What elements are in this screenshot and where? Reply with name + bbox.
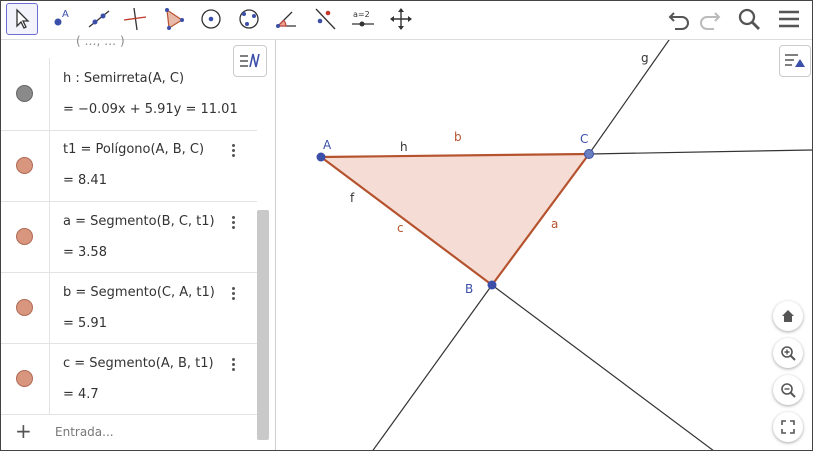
more-options-icon[interactable] xyxy=(232,285,238,302)
label-line-f: f xyxy=(350,191,355,205)
visibility-toggle[interactable] xyxy=(16,370,33,387)
row-definition: b = Segmento(C, A, t1) xyxy=(63,285,215,300)
row-definition: a = Segmento(B, C, t1) xyxy=(63,214,215,229)
angle-tool-button[interactable] xyxy=(271,3,303,35)
search-button[interactable] xyxy=(734,4,764,34)
line-through-b-right[interactable] xyxy=(491,284,726,450)
visibility-marker xyxy=(1,272,50,343)
graphics-view[interactable]: A C B b a c h f g xyxy=(276,40,812,450)
point-b[interactable] xyxy=(487,280,497,290)
ray-h-extension[interactable] xyxy=(588,149,812,155)
redo-icon xyxy=(700,12,721,30)
point-icon: A xyxy=(54,9,69,26)
svg-text:A: A xyxy=(62,9,69,20)
algebra-row-h[interactable]: h : Semirreta(A, C) = −0.09x + 5.91y = 1… xyxy=(1,58,257,131)
home-button[interactable] xyxy=(773,301,803,331)
clipped-previous-row: ( …, … ) xyxy=(76,34,125,48)
fullscreen-button[interactable] xyxy=(773,412,803,442)
polygon-tool-button[interactable] xyxy=(157,3,189,35)
more-options-icon[interactable] xyxy=(232,214,238,231)
algebra-row-b[interactable]: b = Segmento(C, A, t1) = 5.91 xyxy=(1,272,257,344)
home-icon xyxy=(782,310,794,322)
move-tool-button[interactable] xyxy=(6,3,38,35)
perpendicular-tool-button[interactable] xyxy=(119,3,151,35)
fullscreen-icon xyxy=(781,420,795,434)
label-segment-b: b xyxy=(454,130,462,144)
menu-button[interactable] xyxy=(774,4,804,34)
angle-icon xyxy=(276,11,296,28)
algebra-view: ( …, … ) h : Semirreta(A, C) = −0.09x + … xyxy=(1,34,276,450)
row-value: = 3.58 xyxy=(63,245,107,260)
row-value: = 5.91 xyxy=(63,316,107,331)
visibility-marker xyxy=(1,343,50,414)
reflect-line-icon xyxy=(315,8,336,30)
row-definition: t1 = Polígono(A, B, C) xyxy=(63,142,205,157)
perpendicular-line-icon xyxy=(123,7,147,31)
circle-center-tool-button[interactable] xyxy=(195,3,227,35)
input-bar: + xyxy=(1,414,257,450)
move-arrows-icon xyxy=(390,8,412,30)
redo-button[interactable] xyxy=(695,4,725,34)
row-value: = 8.41 xyxy=(63,173,107,188)
reflect-tool-button[interactable] xyxy=(309,3,341,35)
label-point-a: A xyxy=(323,138,332,152)
point-a[interactable] xyxy=(316,152,326,162)
move-graphics-tool-button[interactable] xyxy=(385,3,417,35)
algebra-row-t1[interactable]: t1 = Polígono(A, B, C) = 8.41 xyxy=(1,130,257,202)
input-field[interactable] xyxy=(53,420,253,444)
algebra-style-icon xyxy=(240,53,260,68)
circle-three-points-tool-button[interactable] xyxy=(233,3,265,35)
more-options-icon[interactable] xyxy=(232,356,238,373)
row-value: = −0.09x + 5.91y = 11.01 xyxy=(63,102,238,117)
plus-icon[interactable]: + xyxy=(15,419,32,443)
zoom-in-button[interactable] xyxy=(773,338,803,368)
circle-center-icon xyxy=(201,9,221,29)
row-definition: h : Semirreta(A, C) xyxy=(63,71,185,86)
point-tool-button[interactable]: A xyxy=(45,3,77,35)
slider-icon: a=2 xyxy=(352,10,374,27)
label-point-b: B xyxy=(465,282,473,296)
visibility-toggle[interactable] xyxy=(16,85,33,102)
menu-icon xyxy=(779,10,799,28)
row-definition: c = Segmento(A, B, t1) xyxy=(63,356,214,371)
style-bar-icon xyxy=(785,54,805,67)
slider-tool-label: a=2 xyxy=(353,10,370,19)
visibility-marker xyxy=(1,130,50,201)
zoom-in-icon xyxy=(781,346,796,361)
graphics-canvas[interactable]: A C B b a c h f g xyxy=(276,40,812,450)
algebra-row-c[interactable]: c = Segmento(A, B, t1) = 4.7 xyxy=(1,343,257,415)
search-icon xyxy=(738,8,760,30)
point-c[interactable] xyxy=(584,149,594,159)
visibility-marker xyxy=(1,201,50,272)
undo-icon xyxy=(668,12,689,30)
graphics-style-button[interactable] xyxy=(779,45,811,77)
label-segment-c: c xyxy=(397,221,404,235)
more-options-icon[interactable] xyxy=(232,142,238,159)
visibility-marker xyxy=(1,58,50,130)
undo-button[interactable] xyxy=(664,4,694,34)
geogebra-window: A a=2 (…, …) h: Semirreta(A, C) = −0.… xyxy=(0,0,813,451)
zoom-out-button[interactable] xyxy=(773,375,803,405)
label-line-g: g xyxy=(641,51,649,65)
label-segment-a: a xyxy=(551,217,558,231)
line-tool-button[interactable] xyxy=(83,3,115,35)
label-ray-h: h xyxy=(400,140,408,154)
polygon-icon xyxy=(165,8,184,30)
toggle-algebra-button[interactable] xyxy=(233,45,267,77)
visibility-toggle[interactable] xyxy=(16,299,33,316)
label-point-c: C xyxy=(580,132,588,146)
slider-tool-button[interactable]: a=2 xyxy=(347,3,379,35)
zoom-out-icon xyxy=(781,383,796,398)
line-icon xyxy=(88,10,110,28)
cursor-arrow-icon xyxy=(16,8,30,29)
algebra-row-a[interactable]: a = Segmento(B, C, t1) = 3.58 xyxy=(1,201,257,273)
visibility-toggle[interactable] xyxy=(16,157,33,174)
line-g[interactable] xyxy=(588,40,676,155)
polygon-t1[interactable] xyxy=(321,154,589,285)
line-through-b-lower[interactable] xyxy=(366,284,493,450)
row-value: = 4.7 xyxy=(63,387,99,402)
algebra-scrollbar[interactable] xyxy=(257,210,269,440)
visibility-toggle[interactable] xyxy=(16,228,33,245)
circle-three-points-icon xyxy=(239,9,259,29)
